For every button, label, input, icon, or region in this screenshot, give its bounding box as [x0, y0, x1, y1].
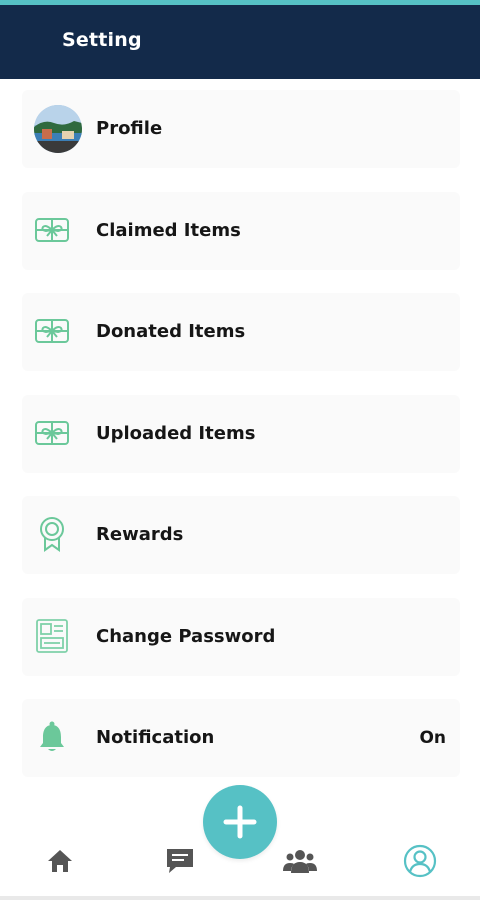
notification-status[interactable]: On [419, 728, 446, 748]
home-icon[interactable] [43, 844, 77, 878]
password-card-icon [32, 616, 72, 656]
menu-item-label: Claimed Items [96, 219, 241, 241]
profile-avatar [34, 105, 82, 153]
menu-item-label: Profile [96, 118, 163, 139]
menu-item-notification[interactable]: Notification On [22, 699, 460, 777]
add-button[interactable] [203, 785, 277, 859]
group-icon[interactable] [283, 844, 317, 878]
bottom-divider [0, 896, 480, 900]
bell-icon [32, 717, 72, 757]
settings-menu: Profile Claimed Items Donated Items Uplo… [22, 90, 460, 801]
chat-icon[interactable] [163, 844, 197, 878]
add-icon [223, 805, 257, 839]
menu-item-claimed-items[interactable]: Claimed Items [22, 191, 460, 270]
gift-icon [32, 311, 72, 351]
menu-item-donated-items[interactable]: Donated Items [22, 293, 460, 371]
menu-item-change-password[interactable]: Change Password [22, 597, 460, 676]
menu-item-rewards[interactable]: Rewards [22, 496, 460, 574]
menu-item-label: Notification [96, 727, 215, 748]
menu-item-label: Rewards [96, 524, 184, 545]
menu-item-label: Donated Items [96, 321, 246, 342]
menu-item-label: Uploaded Items [96, 422, 256, 444]
gift-icon [32, 413, 72, 453]
page-title: Setting [62, 29, 142, 51]
app-header: Setting [0, 5, 480, 79]
user-profile-icon[interactable] [403, 844, 437, 878]
menu-item-profile[interactable]: Profile [22, 90, 460, 168]
menu-item-uploaded-items[interactable]: Uploaded Items [22, 394, 460, 473]
award-badge-icon [32, 514, 72, 554]
menu-item-label: Change Password [96, 625, 276, 647]
gift-icon [32, 210, 72, 250]
